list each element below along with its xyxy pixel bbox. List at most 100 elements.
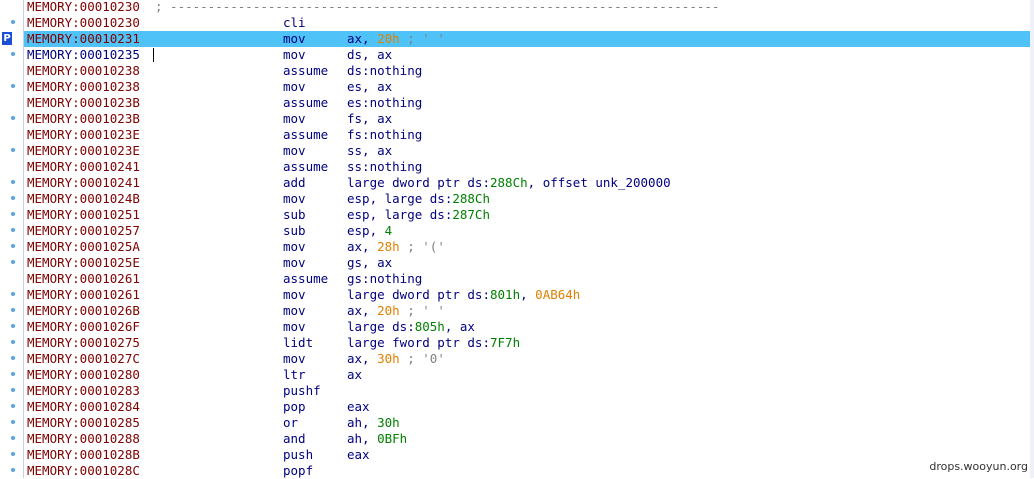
row-address[interactable]: MEMORY:00010261 — [27, 271, 140, 287]
row-address[interactable]: MEMORY:0001023B — [27, 95, 140, 111]
row-operands[interactable]: eax — [347, 399, 370, 415]
listing-row[interactable]: MEMORY:00010230 ; -----------------------… — [0, 0, 1034, 15]
breakpoint-dot-icon[interactable] — [11, 388, 15, 392]
row-operands[interactable]: eax — [347, 447, 370, 463]
breakpoint-dot-icon[interactable] — [11, 372, 15, 376]
listing-row[interactable]: MEMORY:0001023E assume fs:nothing — [0, 127, 1034, 143]
listing-row[interactable]: MEMORY:00010288 and ah, 0BFh — [0, 431, 1034, 447]
row-address[interactable]: MEMORY:00010235 — [27, 47, 140, 63]
listing-row[interactable]: MEMORY:00010241 add large dword ptr ds:288… — [0, 175, 1034, 191]
row-mnemonic[interactable]: or — [283, 415, 298, 431]
row-mnemonic[interactable]: mov — [283, 239, 306, 255]
breakpoint-dot-icon[interactable] — [11, 228, 15, 232]
row-mnemonic[interactable]: add — [283, 175, 306, 191]
breakpoint-dot-icon[interactable] — [11, 212, 15, 216]
row-operands[interactable]: ah, 30h — [347, 415, 400, 431]
row-address[interactable]: MEMORY:00010280 — [27, 367, 140, 383]
listing-row[interactable]: MEMORY:0001023E mov ss, ax — [0, 143, 1034, 159]
row-address[interactable]: MEMORY:0001028C — [27, 463, 140, 479]
row-operands[interactable]: ds:nothing — [347, 63, 422, 79]
row-operands[interactable]: large dword ptr ds:801h, 0AB64h — [347, 287, 580, 303]
row-mnemonic[interactable]: mov — [283, 31, 306, 47]
row-operands[interactable]: esp, large ds:288Ch — [347, 191, 490, 207]
row-mnemonic[interactable]: mov — [283, 287, 306, 303]
breakpoint-dot-icon[interactable] — [11, 148, 15, 152]
row-operands[interactable]: ah, 0BFh — [347, 431, 407, 447]
program-counter-marker-icon[interactable]: P — [2, 32, 12, 45]
row-mnemonic[interactable]: sub — [283, 207, 306, 223]
breakpoint-dot-icon[interactable] — [11, 84, 15, 88]
listing-row[interactable]: MEMORY:0001026F mov large ds:805h, ax — [0, 319, 1034, 335]
breakpoint-dot-icon[interactable] — [11, 52, 15, 56]
breakpoint-dot-icon[interactable] — [11, 20, 15, 24]
listing-row[interactable]: MEMORY:0001025E mov gs, ax — [0, 255, 1034, 271]
row-address[interactable]: MEMORY:0001026F — [27, 319, 140, 335]
row-mnemonic[interactable]: mov — [283, 47, 306, 63]
row-operands[interactable]: es:nothing — [347, 95, 422, 111]
row-mnemonic[interactable]: popf — [283, 463, 313, 479]
row-mnemonic[interactable]: mov — [283, 111, 306, 127]
listing-row[interactable]: MEMORY:00010284 pop eax — [0, 399, 1034, 415]
row-address[interactable]: MEMORY:00010261 — [27, 287, 140, 303]
row-address[interactable]: MEMORY:00010284 — [27, 399, 140, 415]
breakpoint-dot-icon[interactable] — [11, 260, 15, 264]
row-operands[interactable]: large fword ptr ds:7F7h — [347, 335, 520, 351]
row-mnemonic[interactable]: mov — [283, 191, 306, 207]
listing-row[interactable]: MEMORY:00010285 or ah, 30h — [0, 415, 1034, 431]
row-address[interactable]: MEMORY:00010251 — [27, 207, 140, 223]
breakpoint-dot-icon[interactable] — [11, 436, 15, 440]
row-mnemonic[interactable]: cli — [283, 15, 306, 31]
row-address[interactable]: MEMORY:00010275 — [27, 335, 140, 351]
listing-row[interactable]: P MEMORY:00010231 mov ax, 20h ; ' ' — [0, 31, 1034, 47]
breakpoint-dot-icon[interactable] — [11, 196, 15, 200]
listing-row[interactable]: MEMORY:0001028C popf — [0, 463, 1034, 479]
row-address[interactable]: MEMORY:0001025A — [27, 239, 140, 255]
row-address[interactable]: MEMORY:00010283 — [27, 383, 140, 399]
listing-row[interactable]: MEMORY:0001024B mov esp, large ds:288Ch — [0, 191, 1034, 207]
row-address[interactable]: MEMORY:0001023E — [27, 127, 140, 143]
row-mnemonic[interactable]: mov — [283, 79, 306, 95]
breakpoint-dot-icon[interactable] — [11, 308, 15, 312]
row-operands[interactable]: gs, ax — [347, 255, 392, 271]
row-address[interactable]: MEMORY:00010257 — [27, 223, 140, 239]
row-mnemonic[interactable]: assume — [283, 95, 328, 111]
row-mnemonic[interactable]: mov — [283, 303, 306, 319]
row-mnemonic[interactable]: ltr — [283, 367, 306, 383]
listing-row[interactable]: MEMORY:0001026B mov ax, 20h ; ' ' — [0, 303, 1034, 319]
row-address[interactable]: MEMORY:00010288 — [27, 431, 140, 447]
row-operands[interactable]: esp, 4 — [347, 223, 392, 239]
row-mnemonic[interactable]: and — [283, 431, 306, 447]
vertical-scrollbar[interactable] — [1030, 0, 1034, 478]
row-operands[interactable]: ax, 30h ; '0' — [347, 351, 445, 367]
row-address[interactable]: MEMORY:00010238 — [27, 79, 140, 95]
row-address[interactable]: MEMORY:00010285 — [27, 415, 140, 431]
row-mnemonic[interactable]: lidt — [283, 335, 313, 351]
row-address[interactable]: MEMORY:0001023B — [27, 111, 140, 127]
row-operands[interactable]: ax, 20h ; ' ' — [347, 303, 445, 319]
row-operands[interactable]: fs:nothing — [347, 127, 422, 143]
breakpoint-dot-icon[interactable] — [11, 420, 15, 424]
listing-row[interactable]: MEMORY:00010251 sub esp, large ds:287Ch — [0, 207, 1034, 223]
listing-row[interactable]: MEMORY:00010261 assume gs:nothing — [0, 271, 1034, 287]
row-address[interactable]: MEMORY:00010230 — [27, 15, 140, 31]
row-address[interactable]: MEMORY:0001028B — [27, 447, 140, 463]
row-operands[interactable]: es, ax — [347, 79, 392, 95]
breakpoint-dot-icon[interactable] — [11, 356, 15, 360]
row-address[interactable]: MEMORY:00010241 — [27, 175, 140, 191]
breakpoint-dot-icon[interactable] — [11, 340, 15, 344]
listing-row[interactable]: MEMORY:00010280 ltr ax — [0, 367, 1034, 383]
row-mnemonic[interactable]: push — [283, 447, 313, 463]
listing-row[interactable]: MEMORY:0001023B mov fs, ax — [0, 111, 1034, 127]
listing-row[interactable]: MEMORY:00010241 assume ss:nothing — [0, 159, 1034, 175]
listing-row[interactable]: MEMORY:00010230 cli — [0, 15, 1034, 31]
row-operands[interactable]: ss:nothing — [347, 159, 422, 175]
row-mnemonic[interactable]: sub — [283, 223, 306, 239]
row-operands[interactable]: gs:nothing — [347, 271, 422, 287]
listing-row[interactable]: MEMORY:0001028B push eax — [0, 447, 1034, 463]
breakpoint-dot-icon[interactable] — [11, 452, 15, 456]
row-address[interactable]: MEMORY:00010238 — [27, 63, 140, 79]
row-operands[interactable]: ax, 28h ; '(' — [347, 239, 445, 255]
row-operands[interactable]: fs, ax — [347, 111, 392, 127]
row-operands[interactable]: ax — [347, 367, 362, 383]
breakpoint-dot-icon[interactable] — [11, 180, 15, 184]
